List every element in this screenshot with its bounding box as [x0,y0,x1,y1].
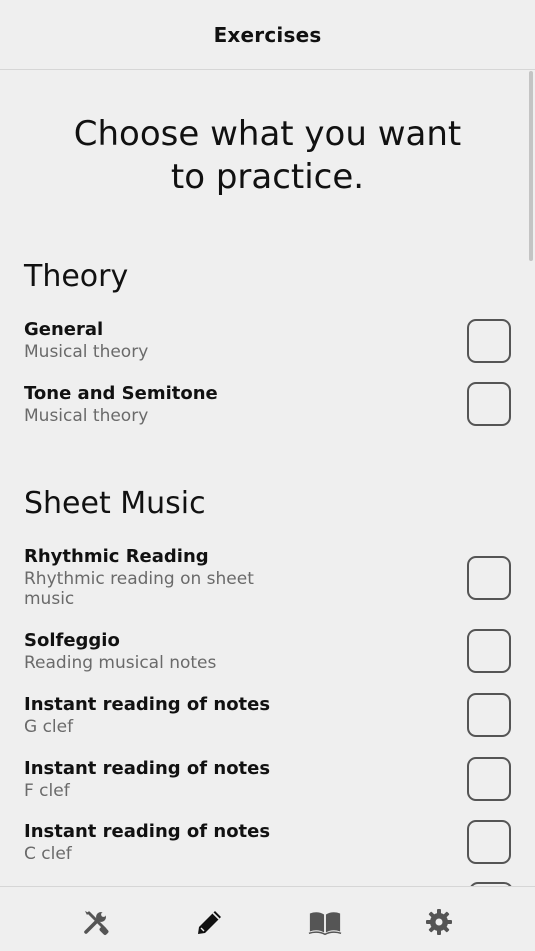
exercise-subtitle: Reading musical notes [24,653,217,673]
exercise-checkbox[interactable] [467,757,511,801]
tab-library[interactable] [308,905,342,939]
top-bar: Exercises [0,0,535,70]
exercise-title: Solfeggio [24,630,120,651]
exercise-title: Rhythmic Reading [24,546,209,567]
exercise-item-tone-and-semitone[interactable]: Tone and Semitone Musical theory [24,382,514,426]
exercises-screen: Exercises Choose what you want to practi… [0,0,535,951]
exercise-checkbox[interactable] [467,693,511,737]
page-title: Exercises [213,22,322,47]
exercise-item-general[interactable]: General Musical theory [24,318,514,363]
pencil-icon [198,911,221,934]
exercise-title: Tone and Semitone [24,383,218,404]
section-title-sheet-music: Sheet Music [24,486,206,521]
scrollbar[interactable] [529,71,533,261]
exercise-item-instant-reading-f-clef[interactable]: Instant reading of notes F clef [24,757,514,801]
exercise-item-solfeggio[interactable]: Solfeggio Reading musical notes [24,629,514,673]
intro-line-2: to practice. [170,157,365,197]
exercise-subtitle: Musical theory [24,406,149,426]
exercise-list-scroll[interactable]: Choose what you want to practice. Theory… [0,71,535,886]
bottom-tab-bar [0,886,535,951]
tab-tools[interactable] [79,905,113,939]
exercise-subtitle: G clef [24,717,74,737]
intro-line-1: Choose what you want [73,114,462,154]
tools-icon [84,911,109,935]
exercise-checkbox[interactable] [467,629,511,673]
exercise-item-instant-reading-c-clef[interactable]: Instant reading of notes C clef [24,820,514,864]
exercise-title: General [24,319,104,340]
exercise-title: Instant reading of notes [24,821,271,842]
exercise-title: Instant reading of notes [24,694,271,715]
book-icon [308,912,342,936]
tab-exercises[interactable] [193,905,227,939]
exercise-title: Instant reading of notes [24,758,271,779]
tab-settings[interactable] [422,905,456,939]
exercise-subtitle: F clef [24,781,70,801]
exercise-checkbox[interactable] [467,319,511,363]
section-title-theory: Theory [24,259,129,294]
exercise-subtitle: Musical theory [24,342,149,362]
intro-heading: Choose what you want to practice. [40,113,495,199]
exercise-checkbox[interactable] [467,556,511,600]
exercise-item-rhythmic-reading[interactable]: Rhythmic Reading Rhythmic reading on she… [24,545,514,609]
exercise-subtitle: Rhythmic reading on sheet music [24,569,254,609]
exercise-item-instant-reading-g-clef[interactable]: Instant reading of notes G clef [24,693,514,737]
exercise-checkbox[interactable] [467,382,511,426]
gear-icon [426,909,452,935]
exercise-checkbox[interactable] [467,820,511,864]
exercise-subtitle: C clef [24,844,72,864]
